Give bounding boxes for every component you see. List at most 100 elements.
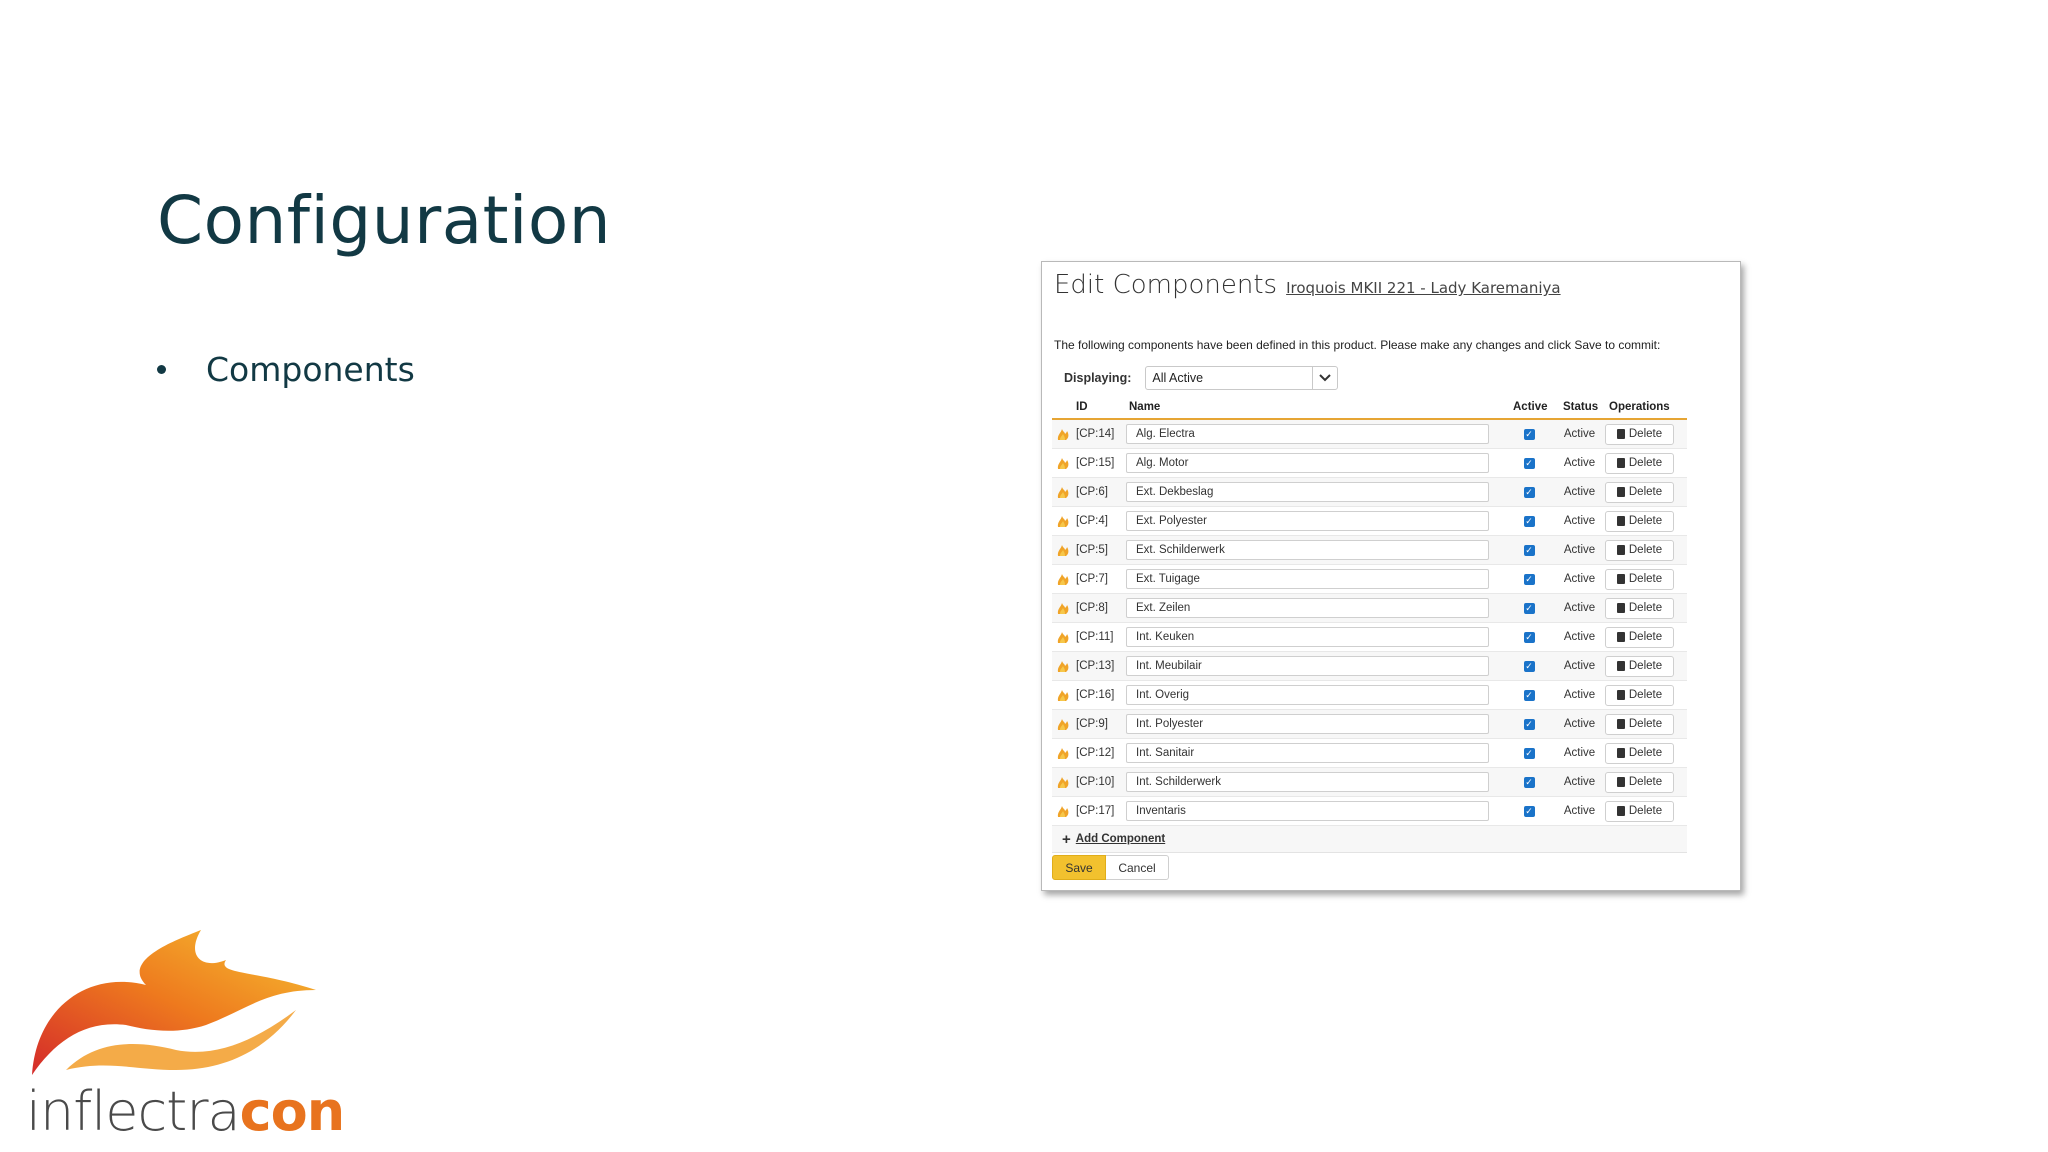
component-id: [CP:4] bbox=[1076, 515, 1108, 527]
table-row: [CP:7] Ext. Tuigage ✓ Active Delete bbox=[1052, 565, 1687, 594]
trash-icon bbox=[1616, 719, 1625, 729]
active-checkbox[interactable]: ✓ bbox=[1523, 573, 1535, 585]
trash-icon bbox=[1616, 574, 1625, 584]
active-checkbox[interactable]: ✓ bbox=[1523, 544, 1535, 556]
table-row: [CP:6] Ext. Dekbeslag ✓ Active Delete bbox=[1052, 478, 1687, 507]
component-name-input[interactable]: Int. Schilderwerk bbox=[1126, 772, 1489, 792]
flame-icon bbox=[1054, 710, 1072, 738]
delete-button[interactable]: Delete bbox=[1605, 568, 1674, 590]
add-component-button[interactable]: + Add Component bbox=[1062, 826, 1165, 852]
active-checkbox[interactable]: ✓ bbox=[1523, 602, 1535, 614]
active-checkbox[interactable]: ✓ bbox=[1523, 689, 1535, 701]
delete-label: Delete bbox=[1628, 515, 1663, 527]
table-body: [CP:14] Alg. Electra ✓ Active Delete [CP… bbox=[1052, 420, 1687, 826]
delete-button[interactable]: Delete bbox=[1605, 684, 1674, 706]
component-status: Active bbox=[1563, 457, 1596, 469]
delete-button[interactable]: Delete bbox=[1605, 510, 1674, 532]
table-row: [CP:5] Ext. Schilderwerk ✓ Active Delete bbox=[1052, 536, 1687, 565]
delete-button[interactable]: Delete bbox=[1605, 481, 1674, 503]
delete-button[interactable]: Delete bbox=[1605, 655, 1674, 677]
chevron-down-icon[interactable] bbox=[1312, 367, 1337, 389]
add-component-label: Add Component bbox=[1075, 833, 1166, 845]
add-component-row: + Add Component bbox=[1052, 826, 1687, 853]
delete-button[interactable]: Delete bbox=[1605, 423, 1674, 445]
delete-button[interactable]: Delete bbox=[1605, 742, 1674, 764]
trash-icon bbox=[1616, 545, 1625, 555]
active-checkbox[interactable]: ✓ bbox=[1523, 515, 1535, 527]
delete-label: Delete bbox=[1628, 776, 1663, 788]
component-status: Active bbox=[1563, 428, 1596, 440]
form-buttons: Save Cancel bbox=[1052, 855, 1169, 880]
active-checkbox[interactable]: ✓ bbox=[1523, 660, 1535, 672]
trash-icon bbox=[1616, 516, 1625, 526]
delete-label: Delete bbox=[1628, 660, 1663, 672]
table-row: [CP:9] Int. Polyester ✓ Active Delete bbox=[1052, 710, 1687, 739]
product-link[interactable]: Iroquois MKII 221 - Lady Karemaniya bbox=[1286, 279, 1560, 297]
delete-button[interactable]: Delete bbox=[1605, 800, 1674, 822]
delete-button[interactable]: Delete bbox=[1605, 626, 1674, 648]
bullet-list-item: Components bbox=[157, 350, 415, 389]
flame-icon bbox=[1054, 652, 1072, 680]
active-checkbox[interactable]: ✓ bbox=[1523, 486, 1535, 498]
component-status: Active bbox=[1563, 631, 1596, 643]
table-row: [CP:4] Ext. Polyester ✓ Active Delete bbox=[1052, 507, 1687, 536]
flame-icon bbox=[1054, 681, 1072, 709]
active-checkbox[interactable]: ✓ bbox=[1523, 631, 1535, 643]
delete-button[interactable]: Delete bbox=[1605, 597, 1674, 619]
active-checkbox[interactable]: ✓ bbox=[1523, 805, 1535, 817]
component-name-input[interactable]: Ext. Tuigage bbox=[1126, 569, 1489, 589]
component-name-input[interactable]: Ext. Polyester bbox=[1126, 511, 1489, 531]
flame-icon bbox=[1054, 594, 1072, 622]
component-name-input[interactable]: Int. Keuken bbox=[1126, 627, 1489, 647]
displaying-label: Displaying: bbox=[1064, 371, 1132, 385]
component-id: [CP:14] bbox=[1076, 428, 1115, 440]
component-name-input[interactable]: Ext. Zeilen bbox=[1126, 598, 1489, 618]
displaying-filter: Displaying: All Active bbox=[1064, 366, 1339, 390]
component-status: Active bbox=[1563, 602, 1596, 614]
active-checkbox[interactable]: ✓ bbox=[1523, 457, 1535, 469]
flame-icon bbox=[1054, 478, 1072, 506]
component-id: [CP:12] bbox=[1076, 747, 1115, 759]
delete-button[interactable]: Delete bbox=[1605, 452, 1674, 474]
delete-label: Delete bbox=[1628, 457, 1663, 469]
component-id: [CP:9] bbox=[1076, 718, 1108, 730]
edit-components-panel: Edit Components Iroquois MKII 221 - Lady… bbox=[1041, 261, 1741, 891]
active-checkbox[interactable]: ✓ bbox=[1523, 718, 1535, 730]
delete-button[interactable]: Delete bbox=[1605, 713, 1674, 735]
panel-header: Edit Components Iroquois MKII 221 - Lady… bbox=[1054, 270, 1561, 300]
component-name-input[interactable]: Alg. Electra bbox=[1126, 424, 1489, 444]
component-status: Active bbox=[1563, 776, 1596, 788]
delete-button[interactable]: Delete bbox=[1605, 771, 1674, 793]
delete-label: Delete bbox=[1628, 718, 1663, 730]
active-checkbox[interactable]: ✓ bbox=[1523, 776, 1535, 788]
component-name-input[interactable]: Int. Sanitair bbox=[1126, 743, 1489, 763]
component-name-input[interactable]: Int. Overig bbox=[1126, 685, 1489, 705]
component-name-input[interactable]: Int. Polyester bbox=[1126, 714, 1489, 734]
inflectracon-logo: inflectracon bbox=[26, 930, 346, 1143]
table-row: [CP:10] Int. Schilderwerk ✓ Active Delet… bbox=[1052, 768, 1687, 797]
trash-icon bbox=[1616, 458, 1625, 468]
component-name-input[interactable]: Int. Meubilair bbox=[1126, 656, 1489, 676]
component-status: Active bbox=[1563, 573, 1596, 585]
delete-label: Delete bbox=[1628, 747, 1663, 759]
flame-icon bbox=[1054, 420, 1072, 448]
component-name-input[interactable]: Alg. Motor bbox=[1126, 453, 1489, 473]
component-id: [CP:17] bbox=[1076, 805, 1115, 817]
component-name-input[interactable]: Ext. Dekbeslag bbox=[1126, 482, 1489, 502]
cancel-button[interactable]: Cancel bbox=[1106, 855, 1169, 880]
trash-icon bbox=[1616, 690, 1625, 700]
table-row: [CP:11] Int. Keuken ✓ Active Delete bbox=[1052, 623, 1687, 652]
delete-button[interactable]: Delete bbox=[1605, 539, 1674, 561]
delete-label: Delete bbox=[1628, 486, 1663, 498]
table-row: [CP:17] Inventaris ✓ Active Delete bbox=[1052, 797, 1687, 826]
table-header: ID Name Active Status Operations bbox=[1052, 398, 1687, 420]
displaying-select[interactable]: All Active bbox=[1145, 366, 1339, 390]
component-status: Active bbox=[1563, 660, 1596, 672]
save-button[interactable]: Save bbox=[1052, 855, 1106, 880]
components-table: ID Name Active Status Operations [CP:14]… bbox=[1052, 398, 1687, 853]
panel-title: Edit Components bbox=[1054, 270, 1278, 300]
active-checkbox[interactable]: ✓ bbox=[1523, 428, 1535, 440]
component-name-input[interactable]: Inventaris bbox=[1126, 801, 1489, 821]
active-checkbox[interactable]: ✓ bbox=[1523, 747, 1535, 759]
component-name-input[interactable]: Ext. Schilderwerk bbox=[1126, 540, 1489, 560]
